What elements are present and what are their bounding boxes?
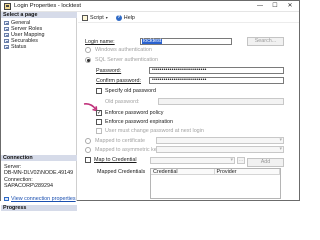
column-header-credential[interactable]: Credential [151, 169, 215, 175]
script-icon [82, 14, 88, 21]
connection-properties-icon [4, 197, 9, 201]
page-list: General Server Roles User Mapping Secura… [4, 20, 45, 50]
mapped-credentials-label: Mapped Credentials [97, 169, 146, 175]
mapped-key-radio[interactable] [85, 147, 91, 153]
password-label: Password: [96, 68, 122, 74]
page-icon [4, 27, 9, 31]
enforce-policy-checkbox[interactable]: ✓ [96, 110, 102, 116]
sql-auth-radio[interactable] [85, 57, 91, 63]
enforce-policy-label: Enforce password policy [105, 110, 164, 116]
login-name-value: locktest [142, 38, 163, 44]
help-icon: ? [115, 14, 122, 21]
page-icon [4, 39, 9, 43]
mapped-credentials-table[interactable]: Credential Provider [150, 168, 281, 199]
script-button[interactable]: Script ▾ [82, 14, 108, 21]
left-pane: Select a page General Server Roles User … [1, 12, 77, 211]
login-properties-window: Login Properties - locktest — ☐ ✕ Select… [0, 0, 300, 211]
app-icon [4, 3, 11, 10]
chevron-down-icon: ▾ [105, 15, 108, 20]
old-password-label: Old password: [105, 99, 140, 105]
mapped-cert-radio[interactable] [85, 138, 91, 144]
windows-auth-label: Windows authentication [95, 47, 152, 53]
sql-auth-label: SQL Server authentication [95, 57, 159, 63]
login-name-label: Login name: [85, 39, 115, 45]
old-password-input[interactable] [158, 98, 284, 105]
confirm-password-value: •••••••••••••••••••••••••••• [152, 77, 207, 83]
enforce-expiration-checkbox[interactable] [96, 119, 102, 125]
view-connection-properties-link[interactable]: View connection properties [4, 196, 76, 202]
login-name-input[interactable]: locktest [140, 38, 232, 45]
page-item-label: Status [11, 44, 27, 50]
add-button[interactable]: Add [247, 158, 284, 167]
column-header-provider[interactable]: Provider [215, 169, 280, 175]
server-value: DB-MN-DLV02\NODE.49149 [4, 170, 74, 176]
confirm-password-label: Confirm password: [96, 78, 141, 84]
mapped-key-label: Mapped to asymmetric key [95, 147, 160, 153]
enforce-expiration-label: Enforce password expiration [105, 119, 174, 125]
script-label: Script [90, 14, 104, 21]
help-button[interactable]: ? Help [115, 14, 135, 21]
page-icon [4, 33, 9, 37]
connection-header: Connection [1, 155, 77, 161]
page-icon [4, 21, 9, 25]
select-page-header: Select a page [1, 12, 77, 18]
page-item-status[interactable]: Status [4, 44, 45, 50]
password-input[interactable]: •••••••••••••••••••••••••••• [149, 67, 284, 74]
certificate-dropdown[interactable] [156, 137, 284, 144]
view-connection-properties-label: View connection properties [11, 196, 76, 202]
table-header: Credential Provider [151, 169, 280, 175]
window-title: Login Properties - locktest [14, 3, 82, 9]
progress-header: Progress [1, 205, 77, 211]
credential-dropdown[interactable] [150, 157, 235, 164]
toolbar: Script ▾ ? Help [78, 13, 299, 23]
map-credential-label: Map to Credential [94, 157, 137, 163]
title-bar[interactable]: Login Properties - locktest — ☐ ✕ [1, 1, 299, 12]
mapped-cert-label: Mapped to certificate [95, 138, 146, 144]
must-change-label: User must change password at next login [105, 128, 204, 134]
asymmetric-key-dropdown[interactable] [156, 146, 284, 153]
must-change-checkbox[interactable] [96, 128, 102, 134]
map-credential-checkbox[interactable] [85, 157, 91, 163]
search-button[interactable]: Search... [247, 37, 284, 46]
specify-old-password-checkbox[interactable] [96, 88, 102, 94]
windows-auth-radio[interactable] [85, 47, 91, 53]
help-label: Help [123, 14, 135, 21]
password-value: •••••••••••••••••••••••••••• [152, 67, 207, 73]
browse-credential-button[interactable]: ... [237, 157, 245, 164]
confirm-password-input[interactable]: •••••••••••••••••••••••••••• [149, 77, 284, 84]
specify-old-password-label: Specify old password [105, 88, 156, 94]
page-icon [4, 45, 9, 49]
connection-value: SAPACORP\289294 [4, 183, 54, 189]
connection-info: Server: DB-MN-DLV02\NODE.49149 Connectio… [4, 164, 76, 189]
close-button[interactable]: ✕ [284, 2, 296, 11]
maximize-button[interactable]: ☐ [269, 2, 281, 11]
minimize-button[interactable]: — [254, 2, 266, 11]
